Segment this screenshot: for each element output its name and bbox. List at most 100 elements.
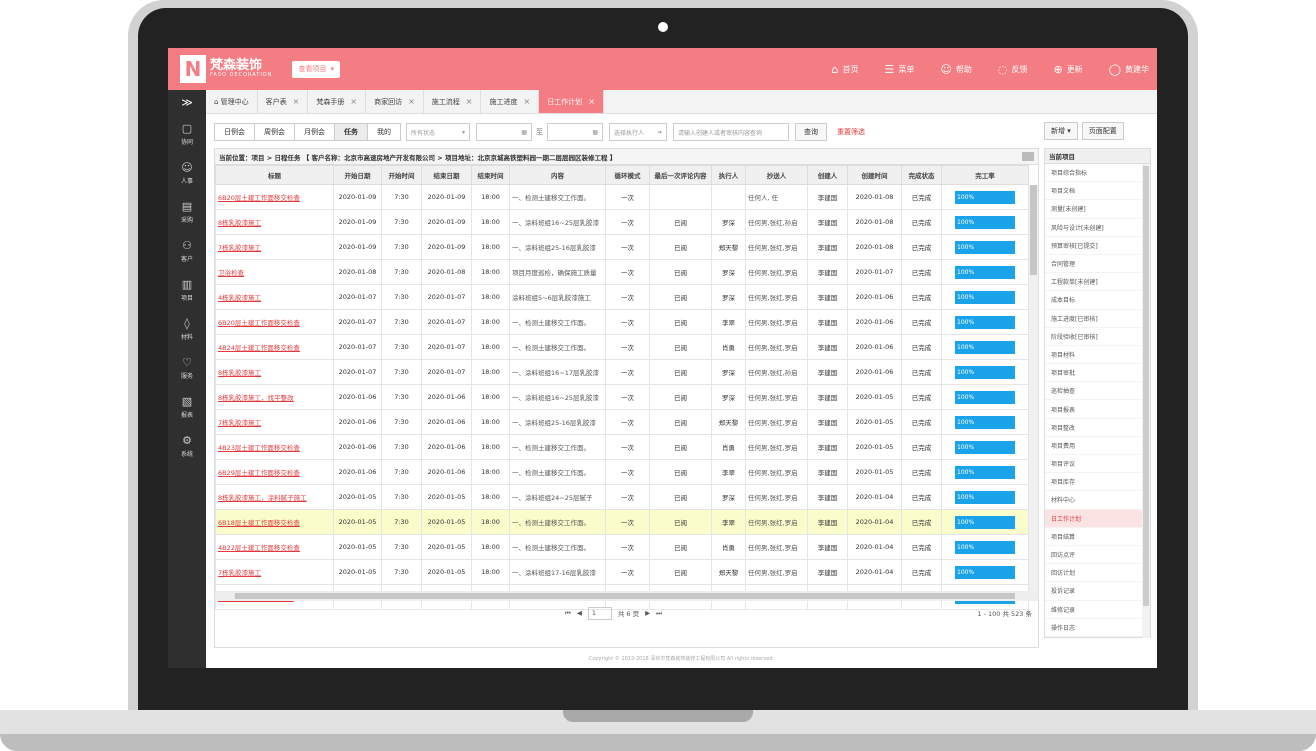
table-row[interactable]: 8栋乳胶漆施工，涂料腻子施工 2020-01-05 7:30 2020-01-05 18…	[215, 484, 1029, 510]
table-row[interactable]: 卫浴检查 2020-01-08 7:30 2020-01-08 18:00 项目月度巡检，…	[215, 259, 1029, 285]
close-icon[interactable]: ×	[293, 97, 300, 106]
sidebar-item[interactable]: ▢ 协同	[168, 114, 206, 153]
task-title-link[interactable]: 4B22层土建工作面移交检查	[215, 534, 334, 560]
prev-page-icon[interactable]: ◀	[577, 609, 582, 617]
column-header[interactable]: 抄送人	[745, 165, 808, 185]
sidebar-item[interactable]: ▧ 报表	[168, 387, 206, 426]
task-title-link[interactable]: 8栋乳胶漆施工	[215, 209, 334, 235]
column-header[interactable]: 循环模式	[605, 165, 650, 185]
column-header[interactable]: 结束日期	[421, 165, 472, 185]
project-menu-item[interactable]: 工程款单[未创建]	[1045, 273, 1150, 292]
status-select[interactable]: 所有状态 ▾	[406, 123, 470, 141]
segment-button[interactable]: 月例会	[294, 123, 335, 141]
end-date-input[interactable]: ▦	[547, 123, 603, 141]
project-menu-item[interactable]: 维修记录	[1045, 601, 1150, 619]
close-icon[interactable]: ×	[588, 97, 595, 106]
column-header[interactable]: 执行人	[711, 165, 746, 185]
close-icon[interactable]: ×	[408, 97, 415, 106]
project-select-button[interactable]: 查看项目 ▾	[292, 60, 340, 78]
table-row[interactable]: 6B18层土建工作面移交检查 2020-01-05 7:30 2020-01-05 18…	[215, 509, 1029, 535]
column-header[interactable]: 创建人	[807, 165, 848, 185]
project-menu-item[interactable]: 项目整改	[1045, 419, 1150, 437]
search-input[interactable]: 请输入创建人或者审核内容查询	[673, 123, 789, 141]
task-title-link[interactable]: 4B23层土建工作面移交检查	[215, 434, 334, 460]
next-page-icon[interactable]: ▶	[645, 609, 650, 617]
project-menu-item[interactable]: 项目库存	[1045, 473, 1150, 492]
query-button[interactable]: 查询	[795, 123, 827, 141]
add-button[interactable]: 新增 ▾	[1044, 122, 1078, 140]
table-row[interactable]: 4栋乳胶漆施工 2020-01-07 7:30 2020-01-07 18:00 涂料班组…	[215, 284, 1029, 310]
column-header[interactable]: 内容	[509, 165, 606, 185]
project-menu-item[interactable]: 测量[未创建]	[1045, 200, 1150, 219]
task-title-link[interactable]: 4B24层土建工作面移交检查	[215, 334, 334, 360]
topnav-item[interactable]: ◌ 反馈	[998, 63, 1028, 76]
sidebar-item[interactable]: ⚇ 客户	[168, 231, 206, 270]
project-menu-item[interactable]: 日工作计划	[1045, 509, 1150, 528]
topnav-item[interactable]: ◯ 黄建华	[1109, 63, 1149, 76]
sidebar-item[interactable]: ▥ 项目	[168, 270, 206, 309]
task-title-link[interactable]: 卫浴检查	[215, 259, 334, 285]
task-title-link[interactable]: 8栋乳胶漆施工	[215, 359, 334, 385]
tab[interactable]: 施工流程 ×	[424, 90, 482, 113]
collapse-icon[interactable]	[1022, 152, 1034, 161]
reset-filter-link[interactable]: 重置筛选	[837, 127, 865, 137]
project-menu-item[interactable]: 项目综合指标	[1045, 164, 1150, 183]
close-icon[interactable]: ×	[523, 97, 530, 106]
task-title-link[interactable]: 7栋乳胶漆施工	[215, 234, 334, 260]
column-header[interactable]: 标题	[215, 165, 334, 185]
segment-button[interactable]: 任务	[334, 123, 368, 141]
scroll-thumb[interactable]	[1030, 185, 1037, 275]
topnav-item[interactable]: ☰ 菜单	[885, 63, 915, 76]
project-menu-item[interactable]: 材料中心	[1045, 491, 1150, 510]
sidebar-item[interactable]: ⚙ 系统	[168, 426, 206, 465]
executor-select[interactable]: 选择执行人 ➜	[609, 123, 667, 141]
project-menu-item[interactable]: 巡检抽查	[1045, 382, 1150, 401]
table-row[interactable]: 4B23层土建工作面移交检查 2020-01-06 7:30 2020-01-06 18…	[215, 434, 1029, 460]
tab[interactable]: 日工作计划 ×	[539, 90, 604, 113]
table-row[interactable]: 8栋乳胶漆施工，找平整改 2020-01-06 7:30 2020-01-06 18:0…	[215, 384, 1029, 410]
project-menu-item[interactable]: 施工进度[已审核]	[1045, 310, 1150, 328]
task-title-link[interactable]: 8栋乳胶漆施工，找平整改	[215, 384, 334, 410]
project-menu-item[interactable]: 项目材料	[1045, 346, 1150, 365]
menu-scrollbar[interactable]	[1142, 164, 1150, 638]
table-row[interactable]: 7栋乳胶漆施工 2020-01-05 7:30 2020-01-05 18:00 一、涂料…	[215, 559, 1029, 585]
task-title-link[interactable]: 8栋乳胶漆施工，涂料腻子施工	[215, 484, 334, 510]
tab[interactable]: 商家回访 ×	[366, 90, 424, 113]
task-title-link[interactable]: 6B20层土建工作面移交检查	[215, 184, 334, 210]
close-icon[interactable]: ×	[466, 97, 473, 106]
column-header[interactable]: 完工率	[941, 165, 1029, 185]
scroll-thumb[interactable]	[235, 593, 1015, 599]
project-menu-item[interactable]: 阶段验收[已审核]	[1045, 328, 1150, 346]
project-menu-item[interactable]: 预算审核[已提交]	[1045, 237, 1150, 255]
scroll-thumb[interactable]	[1143, 166, 1149, 606]
table-row[interactable]: 8栋乳胶漆施工 2020-01-09 7:30 2020-01-09 18:00 一、涂料…	[215, 209, 1029, 235]
task-title-link[interactable]: 7栋乳胶漆施工	[215, 409, 334, 435]
last-page-icon[interactable]: ⏭	[656, 609, 662, 618]
topnav-item[interactable]: ⌂ 首页	[832, 63, 859, 76]
topnav-item[interactable]: ⊕ 更新	[1053, 63, 1082, 76]
project-menu-item[interactable]: 项目结算	[1045, 528, 1150, 546]
page-number-input[interactable]: 1	[587, 606, 612, 620]
tab[interactable]: 梵森手册 ×	[308, 90, 367, 113]
sidebar-toggle-icon[interactable]: ≫	[168, 90, 206, 114]
table-row[interactable]: 4B24层土建工作面移交检查 2020-01-07 7:30 2020-01-07 18…	[215, 334, 1029, 360]
table-row[interactable]: 4B22层土建工作面移交检查 2020-01-05 7:30 2020-01-05 18…	[215, 534, 1029, 560]
project-menu-item[interactable]: 合同管理	[1045, 255, 1150, 274]
task-title-link[interactable]: 6B29层土建工作面移交检查	[215, 459, 334, 485]
start-date-input[interactable]: ▦	[476, 123, 532, 141]
sidebar-item[interactable]: ▤ 采购	[168, 192, 206, 231]
tab[interactable]: ⌂ 管理中心	[206, 90, 258, 113]
table-row[interactable]: 8栋乳胶漆施工 2020-01-07 7:30 2020-01-07 18:00 一、涂料…	[215, 359, 1029, 385]
table-row[interactable]: 6B20层土建工作面移交检查 2020-01-07 7:30 2020-01-07 18…	[215, 309, 1029, 335]
project-menu-item[interactable]: 项目费用	[1045, 437, 1150, 455]
tab[interactable]: 施工进度 ×	[481, 90, 540, 113]
project-menu-item[interactable]: 投诉记录	[1045, 582, 1150, 601]
topnav-item[interactable]: ☺ 帮助	[940, 63, 971, 76]
project-menu-item[interactable]: 风险与设计[未创建]	[1045, 219, 1150, 237]
segment-button[interactable]: 周例会	[254, 123, 295, 141]
grid-horizontal-scrollbar[interactable]	[215, 591, 1038, 601]
column-header[interactable]: 开始时间	[381, 165, 422, 185]
table-row[interactable]: 6B29层土建工作面移交检查 2020-01-06 7:30 2020-01-06 18…	[215, 459, 1029, 485]
column-header[interactable]: 创建时间	[847, 165, 902, 185]
logo[interactable]: N 梵森装饰 FASO DECORATION	[180, 55, 272, 83]
